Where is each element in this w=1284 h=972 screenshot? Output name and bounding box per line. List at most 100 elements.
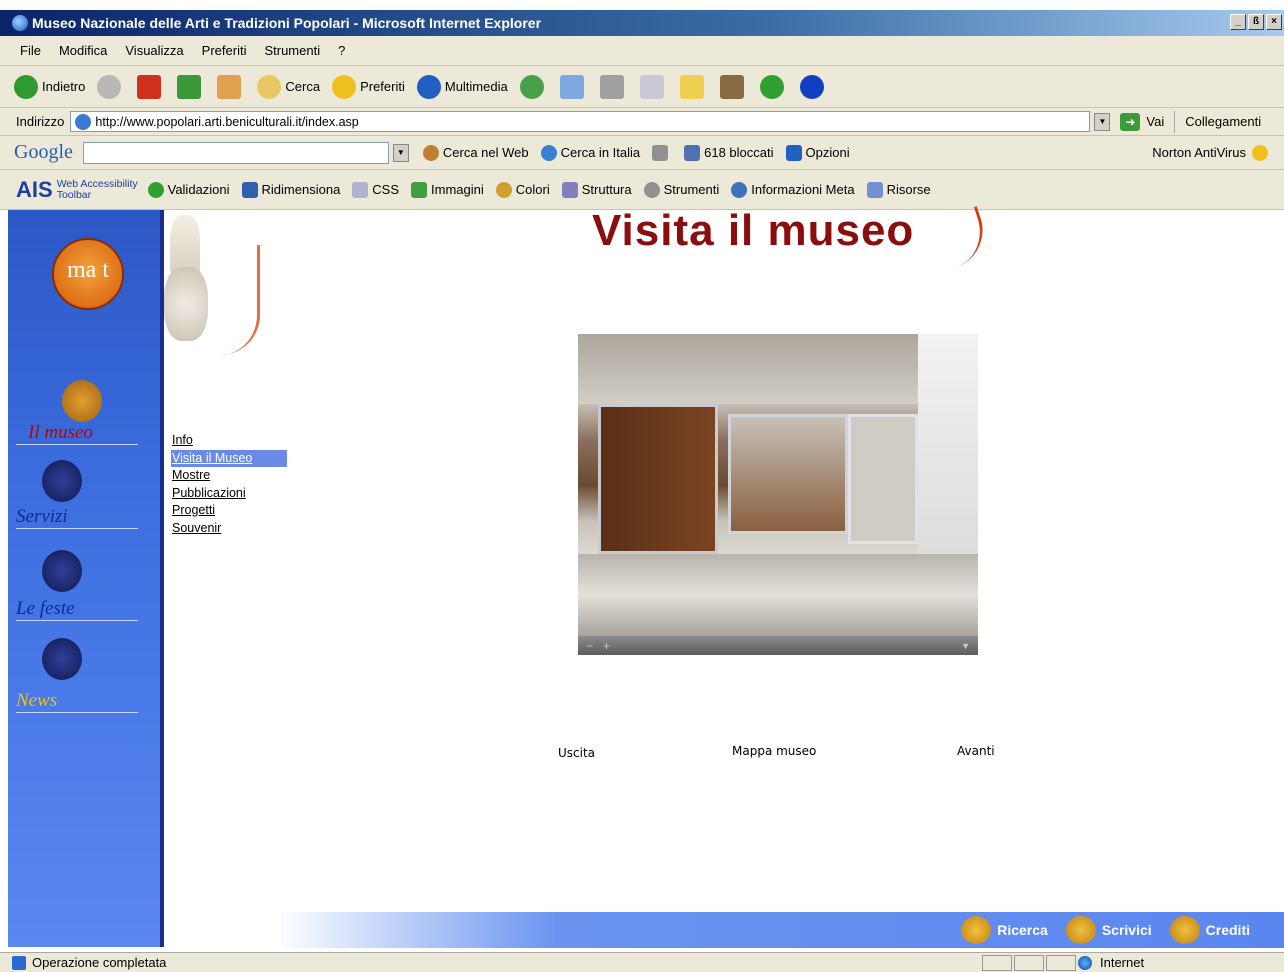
address-input[interactable]: http://www.popolari.arti.beniculturali.i… xyxy=(70,111,1091,132)
nav-label: Il museo xyxy=(28,422,93,443)
museum-submenu: Info Visita il Museo Mostre Pubblicazion… xyxy=(171,432,287,537)
exit-link[interactable]: Uscita xyxy=(558,746,595,760)
nav-le-feste[interactable]: Le feste xyxy=(16,598,138,621)
history-button[interactable] xyxy=(519,74,548,99)
pano-zoom-out-button[interactable]: − xyxy=(586,639,593,653)
ais-menu-css[interactable]: CSS xyxy=(352,181,400,198)
ais-menu-risorse[interactable]: Risorse xyxy=(866,181,931,198)
nav-servizi[interactable]: Servizi xyxy=(16,506,138,529)
mail-button[interactable] xyxy=(559,74,588,99)
options-button[interactable]: Opzioni xyxy=(785,144,850,161)
search-footer-button[interactable]: Ricerca xyxy=(961,916,1048,944)
word-icon xyxy=(639,74,664,99)
ais-menu-ridimensiona[interactable]: Ridimensiona xyxy=(241,181,341,198)
back-button[interactable]: Indietro xyxy=(14,74,85,99)
ais-menu-informazioni-meta[interactable]: Informazioni Meta xyxy=(731,181,855,198)
ais-menu-struttura[interactable]: Struttura xyxy=(561,181,632,198)
zone-label: Internet xyxy=(1100,955,1145,970)
ais-logo: AIS xyxy=(16,176,53,202)
menu-visualizza[interactable]: Visualizza xyxy=(125,43,183,58)
pano-menu-arrow-icon[interactable]: ▼ xyxy=(961,641,970,651)
popup-blocker-button[interactable]: 618 bloccati xyxy=(684,144,774,161)
ais-menu-strumenti[interactable]: Strumenti xyxy=(643,181,719,198)
image-icon xyxy=(411,181,428,198)
popup-blocked-label: 618 bloccati xyxy=(704,145,774,160)
footer-credits-label: Crediti xyxy=(1205,922,1250,938)
favorites-button[interactable]: Preferiti xyxy=(332,74,405,99)
google-search-input[interactable] xyxy=(82,141,389,164)
nav-il-museo[interactable]: Il museo xyxy=(16,422,138,445)
search-button[interactable]: Cerca xyxy=(257,74,320,99)
folder-button[interactable] xyxy=(679,74,708,99)
submenu-info[interactable]: Info xyxy=(171,432,287,450)
go-button[interactable]: ➜ Vai xyxy=(1120,112,1164,131)
address-dropdown[interactable]: ▼ xyxy=(1094,112,1111,131)
refresh-button[interactable] xyxy=(177,74,205,99)
google-logo[interactable]: Google xyxy=(14,141,73,164)
title-bar: Museo Nazionale delle Arti e Tradizioni … xyxy=(0,10,1284,36)
messenger-icon xyxy=(759,74,784,99)
museo-icon[interactable] xyxy=(62,380,102,422)
ais-menu-colori[interactable]: Colori xyxy=(495,181,550,198)
menu-file[interactable]: File xyxy=(20,43,41,58)
menu-preferiti[interactable]: Preferiti xyxy=(202,43,247,58)
forward-button[interactable] xyxy=(97,74,125,99)
home-icon xyxy=(217,74,242,99)
ais-menu-immagini[interactable]: Immagini xyxy=(411,181,484,198)
messenger-button[interactable] xyxy=(759,74,788,99)
submenu-pubblicazioni[interactable]: Pubblicazioni xyxy=(171,485,287,503)
credits-footer-button[interactable]: Crediti xyxy=(1169,916,1250,944)
browser-window: Museo Nazionale delle Arti e Tradizioni … xyxy=(0,0,1284,972)
resources-icon xyxy=(866,181,883,198)
refresh-icon xyxy=(177,74,202,99)
next-link[interactable]: Avanti xyxy=(957,744,995,758)
nav-news[interactable]: News xyxy=(16,690,138,713)
minimize-button[interactable]: _ xyxy=(1230,14,1246,30)
title-swoosh xyxy=(933,206,993,270)
servizi-icon[interactable] xyxy=(42,460,82,502)
window-title: Museo Nazionale delle Arti e Tradizioni … xyxy=(32,15,542,31)
submenu-souvenir[interactable]: Souvenir xyxy=(171,520,287,538)
menu-help[interactable]: ? xyxy=(338,43,345,58)
pagerank-button[interactable] xyxy=(652,144,672,161)
nav-label: Le feste xyxy=(16,598,75,619)
feste-icon[interactable] xyxy=(42,550,82,592)
ais-label: CSS xyxy=(372,182,400,197)
home-button[interactable] xyxy=(217,74,245,99)
links-button[interactable]: Collegamenti xyxy=(1185,114,1261,129)
panorama-viewer[interactable] xyxy=(578,334,978,636)
submenu-progetti[interactable]: Progetti xyxy=(171,502,287,520)
folder-icon xyxy=(679,74,704,99)
map-link[interactable]: Mappa museo xyxy=(732,744,816,758)
pano-zoom-in-button[interactable]: + xyxy=(603,639,610,653)
edit-button[interactable] xyxy=(639,74,668,99)
ais-toolbar: AIS Web Accessibility Toolbar Validazioni… xyxy=(0,170,1284,210)
mat-logo[interactable]: ma t xyxy=(52,238,124,310)
media-button[interactable]: Multimedia xyxy=(416,74,508,99)
stop-button[interactable] xyxy=(137,74,165,99)
close-button[interactable]: × xyxy=(1266,14,1282,30)
write-footer-button[interactable]: Scrivici xyxy=(1065,916,1152,944)
search-italy-button[interactable]: Cerca in Italia xyxy=(540,144,641,161)
ais-label: Ridimensiona xyxy=(261,182,341,197)
star-icon xyxy=(332,74,357,99)
research-button[interactable] xyxy=(719,74,748,99)
norton-button[interactable]: Norton AntiVirus xyxy=(1152,144,1272,161)
submenu-mostre[interactable]: Mostre xyxy=(171,467,287,485)
google-search-dropdown[interactable]: ▼ xyxy=(392,143,409,162)
menu-strumenti[interactable]: Strumenti xyxy=(264,43,320,58)
restore-button[interactable]: ß xyxy=(1248,14,1264,30)
news-icon[interactable] xyxy=(42,638,82,680)
print-button[interactable] xyxy=(599,74,628,99)
submenu-visita-il-museo[interactable]: Visita il Museo xyxy=(171,449,287,467)
status-pane xyxy=(1014,955,1044,971)
bluetooth-button[interactable] xyxy=(799,74,828,99)
search-icon xyxy=(257,74,282,99)
search-italy-label: Cerca in Italia xyxy=(560,145,641,160)
ais-menu-validazioni[interactable]: Validazioni xyxy=(147,181,230,198)
favorites-label: Preferiti xyxy=(360,79,405,94)
search-web-button[interactable]: Cerca nel Web xyxy=(422,144,529,161)
menu-modifica[interactable]: Modifica xyxy=(59,43,107,58)
ais-label: Colori xyxy=(515,182,550,197)
popup-icon xyxy=(684,144,701,161)
